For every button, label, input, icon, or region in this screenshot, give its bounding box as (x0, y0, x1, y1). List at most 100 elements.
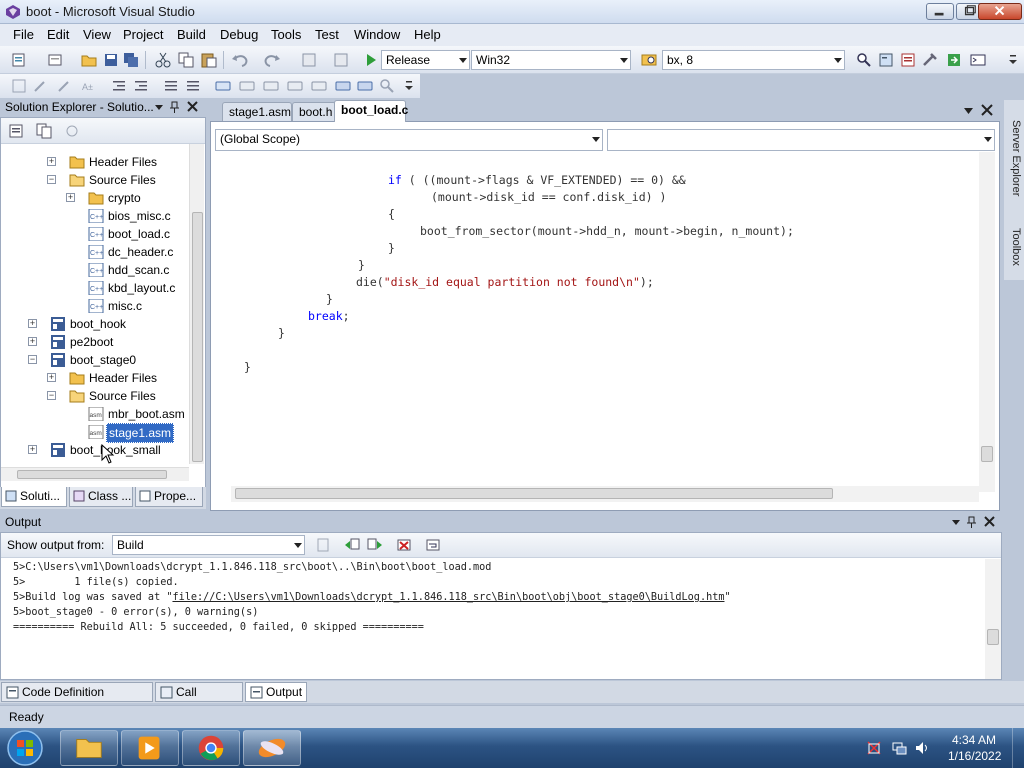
complete-word-icon[interactable]: A± (80, 77, 98, 95)
close-icon[interactable] (187, 101, 198, 112)
clock-date[interactable]: 1/16/2022 (948, 749, 1001, 763)
toolbar-options-icon[interactable] (400, 77, 413, 95)
tree-item-mbr-boot-asm[interactable]: asm mbr_boot.asm (88, 405, 187, 423)
save-all-icon[interactable] (122, 51, 140, 69)
tab-boot-load-c[interactable]: boot_load.c (334, 100, 408, 122)
comment-lines-icon[interactable] (162, 77, 180, 95)
clock-time[interactable]: 4:34 AM (952, 733, 996, 747)
next-bookmark-icon[interactable] (262, 77, 280, 95)
solution-explorer-vertical-scrollbar[interactable] (189, 144, 204, 464)
quick-info-icon[interactable] (56, 77, 74, 95)
volume-icon[interactable] (914, 740, 930, 756)
solution-platform-select[interactable]: Win32 (471, 50, 631, 70)
action-center-icon[interactable] (866, 740, 882, 756)
collapse-icon[interactable]: − (47, 175, 56, 184)
cut-icon[interactable] (154, 51, 172, 69)
dropdown-arrow-icon[interactable] (952, 520, 960, 525)
taskbar-explorer-button[interactable] (60, 730, 118, 766)
parameter-info-icon[interactable] (32, 77, 50, 95)
decrease-indent-icon[interactable] (110, 77, 128, 95)
tree-item-boot-stage0[interactable]: boot_stage0 (50, 351, 187, 369)
taskbar-chrome-button[interactable] (182, 730, 240, 766)
find-in-files-icon[interactable] (640, 51, 658, 69)
toggle-bookmark-icon[interactable] (214, 77, 232, 95)
add-item-icon[interactable] (46, 51, 64, 69)
start-button[interactable] (4, 728, 46, 768)
build-log-link[interactable]: file://C:\Users\vm1\Downloads\dcrypt_1.1… (172, 592, 724, 603)
output-vertical-scrollbar[interactable] (985, 559, 1001, 679)
clear-all-icon[interactable] (395, 536, 413, 554)
pin-icon[interactable] (170, 101, 180, 113)
find-icon[interactable] (855, 51, 873, 69)
editor-horizontal-scrollbar[interactable] (231, 486, 979, 502)
previous-bookmark-in-document-icon[interactable] (334, 77, 352, 95)
expand-icon[interactable]: + (28, 445, 37, 454)
expand-icon[interactable]: + (28, 337, 37, 346)
previous-bookmark-in-folder-icon[interactable] (286, 77, 304, 95)
menu-test[interactable]: Test (315, 27, 339, 42)
collapse-icon[interactable]: − (28, 355, 37, 364)
menu-window[interactable]: Window (354, 27, 400, 42)
tree-item-dc-header-c[interactable]: C++ dc_header.c (88, 243, 187, 261)
tab-property-manager[interactable]: Prope... (135, 487, 203, 507)
expand-icon[interactable]: + (47, 373, 56, 382)
paste-icon[interactable] (200, 51, 218, 69)
scope-select[interactable]: (Global Scope) (215, 129, 603, 151)
toolbar-options-icon[interactable] (1004, 51, 1017, 69)
open-folder-icon[interactable] (80, 51, 98, 69)
show-all-files-icon[interactable] (35, 122, 53, 140)
command-window-icon[interactable] (969, 51, 987, 69)
menu-tools[interactable]: Tools (271, 27, 301, 42)
tab-code-definition-window[interactable]: Code Definition Window (1, 682, 153, 717)
menu-file[interactable]: File (13, 27, 34, 42)
navigate-forward-icon[interactable] (332, 51, 350, 69)
find-combo[interactable]: bx, 8 (662, 50, 845, 70)
close-document-icon[interactable] (981, 104, 993, 116)
solution-explorer-icon[interactable] (877, 51, 895, 69)
expand-icon[interactable]: + (47, 157, 56, 166)
tab-boot-h[interactable]: boot.h (292, 102, 336, 122)
tab-call-browser[interactable]: Call Browser (155, 682, 243, 717)
close-icon[interactable] (984, 516, 995, 527)
properties-icon[interactable] (899, 51, 917, 69)
next-bookmark-in-folder-icon[interactable] (310, 77, 328, 95)
expand-icon[interactable]: + (28, 319, 37, 328)
go-to-previous-message-icon[interactable] (343, 536, 361, 554)
increase-indent-icon[interactable] (132, 77, 150, 95)
toolbox-tab[interactable]: Toolbox (1006, 228, 1022, 266)
solution-explorer-header[interactable]: Solution Explorer - Solutio... (0, 98, 206, 117)
tree-item-hdd-scan-c[interactable]: C++ hdd_scan.c (88, 261, 187, 279)
tree-item-crypto[interactable]: crypto (88, 189, 187, 207)
tree-item-header-files-stage0[interactable]: Header Files (69, 369, 187, 387)
tab-class-view[interactable]: Class ... (69, 487, 133, 507)
menu-edit[interactable]: Edit (47, 27, 69, 42)
tree-item-header-files[interactable]: Header Files (69, 153, 187, 171)
taskbar-visual-studio-button[interactable] (243, 730, 301, 766)
title-bar[interactable]: boot - Microsoft Visual Studio (0, 0, 1024, 24)
dropdown-arrow-icon[interactable] (155, 105, 163, 110)
menu-debug[interactable]: Debug (220, 27, 258, 42)
view-class-diagram-icon[interactable] (63, 122, 81, 140)
active-files-dropdown-icon[interactable] (964, 108, 973, 114)
show-desktop-button[interactable] (1012, 728, 1024, 768)
tree-item-boot-load-c[interactable]: C++ boot_load.c (88, 225, 187, 243)
tab-output[interactable]: Output (245, 682, 307, 702)
navigate-backward-icon[interactable] (300, 51, 318, 69)
tree-item-bios-misc-c[interactable]: C++ bios_misc.c (88, 207, 187, 225)
toggle-word-wrap-icon[interactable] (424, 536, 442, 554)
server-explorer-tab[interactable]: Server Explorer (1006, 120, 1022, 196)
toolbox-icon[interactable] (921, 51, 939, 69)
pin-icon[interactable] (967, 516, 977, 528)
display-object-member-list-icon[interactable] (10, 77, 28, 95)
solution-explorer-horizontal-scrollbar[interactable] (1, 467, 189, 481)
tree-item-source-files-stage0[interactable]: Source Files (69, 387, 187, 405)
go-to-next-message-icon[interactable] (366, 536, 384, 554)
taskbar-media-player-button[interactable] (121, 730, 179, 766)
menu-project[interactable]: Project (123, 27, 163, 42)
tree-item-stage1-asm[interactable]: asm stage1.asm (88, 423, 187, 443)
start-page-icon[interactable] (945, 51, 963, 69)
tree-item-boot-hook-small[interactable]: boot_hook_small (50, 441, 187, 459)
code-area[interactable]: if ( ((mount->flags & VF_EXTENDED) == 0)… (233, 157, 981, 487)
tree-item-kbd-layout-c[interactable]: C++ kbd_layout.c (88, 279, 187, 297)
tree-item-pe2boot[interactable]: pe2boot (50, 333, 187, 351)
